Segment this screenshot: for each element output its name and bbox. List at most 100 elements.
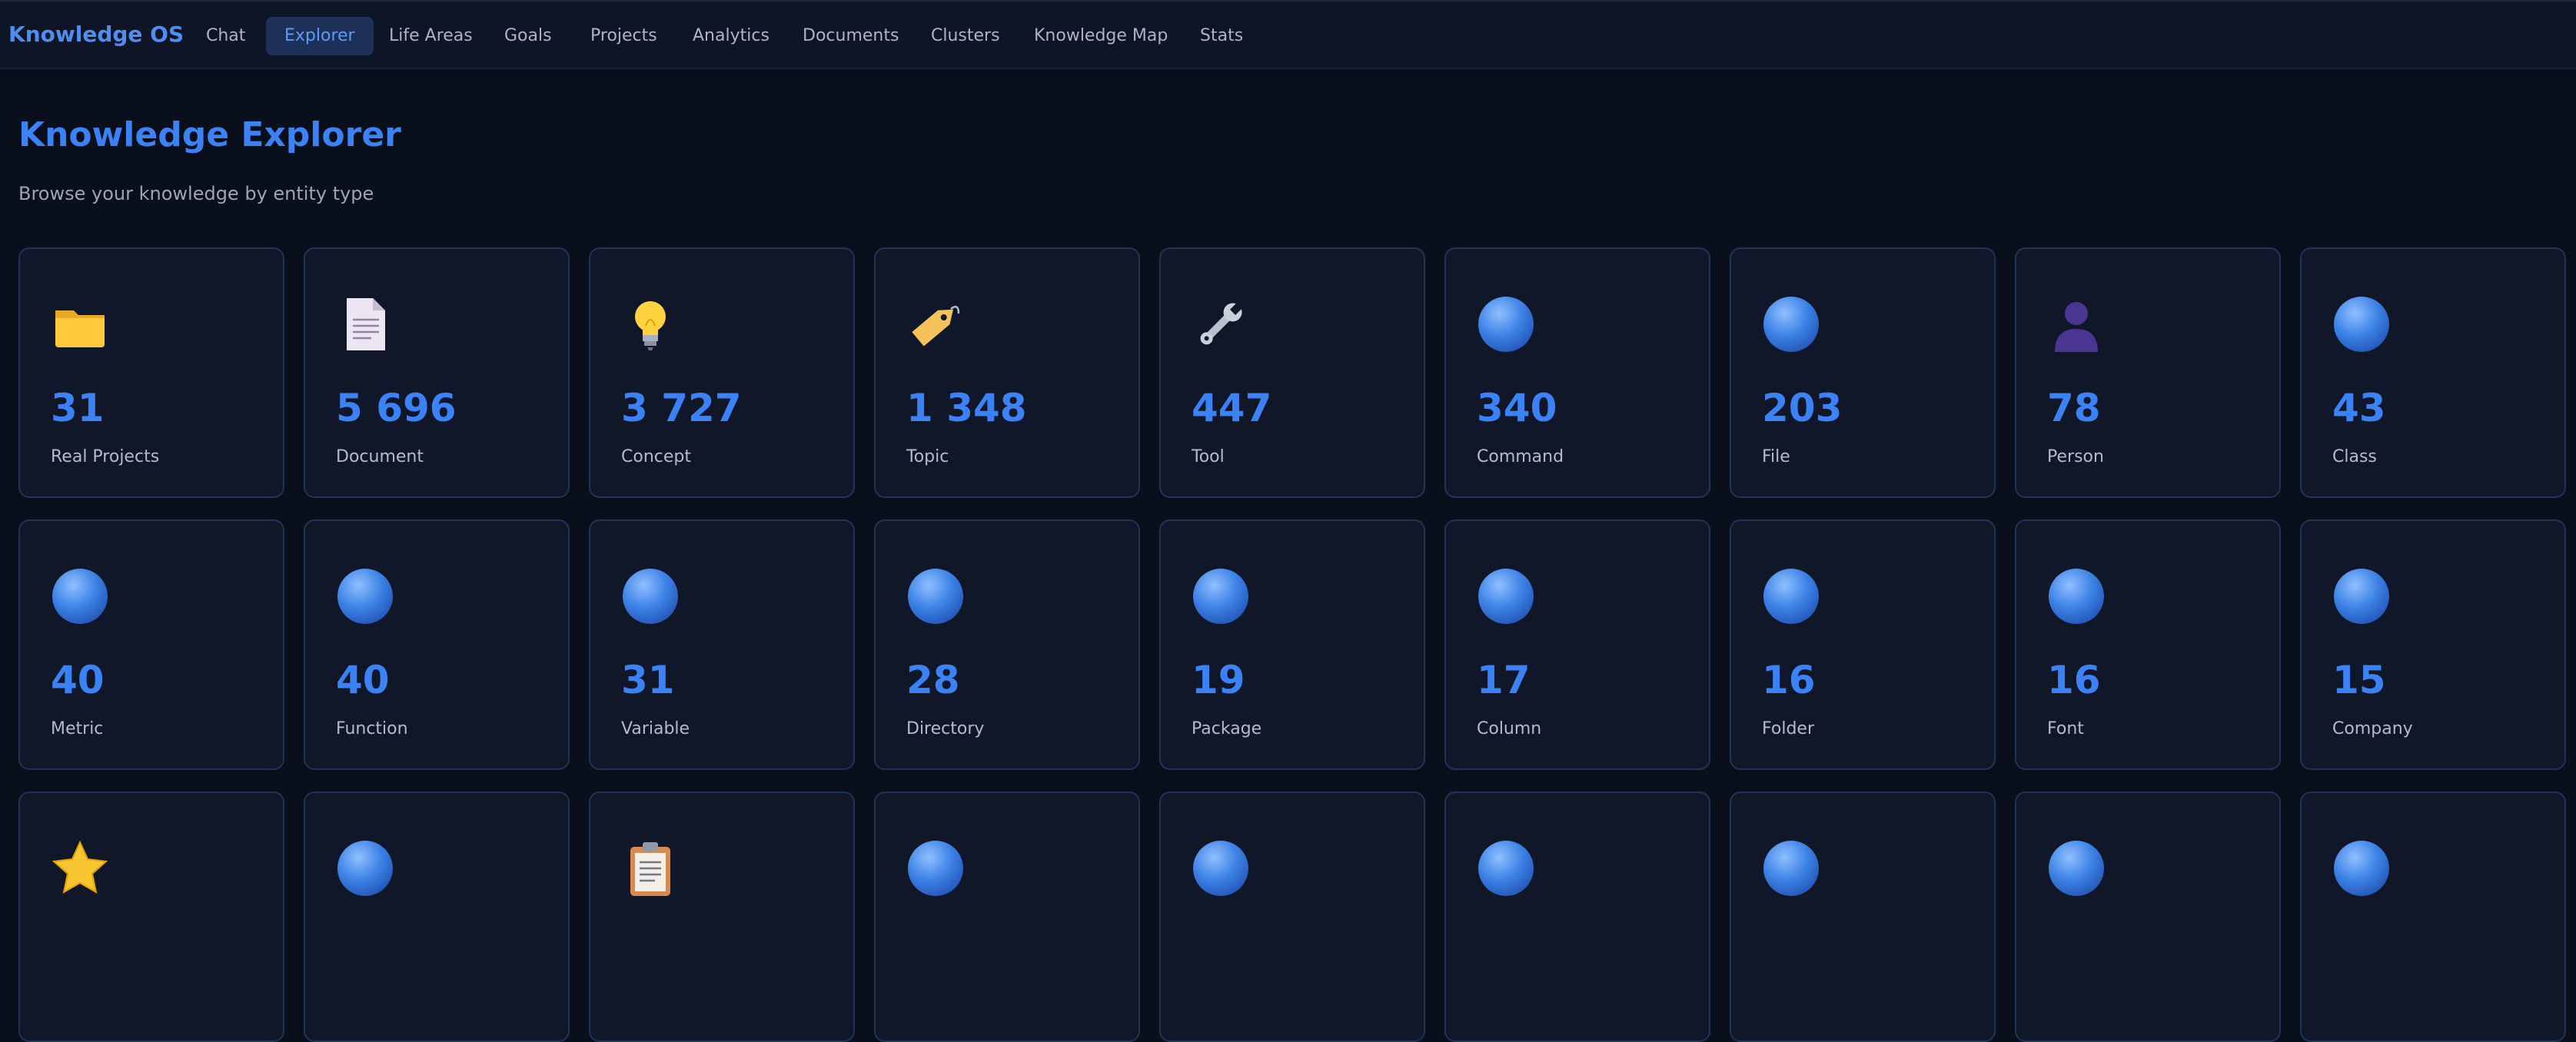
blue-circle-icon bbox=[336, 567, 394, 626]
tab-analytics[interactable]: Analytics bbox=[693, 17, 769, 55]
entity-label: Person bbox=[2047, 447, 2104, 466]
entity-card[interactable]: 43 Class bbox=[2300, 247, 2566, 498]
document-icon bbox=[336, 295, 394, 353]
blue-circle-icon bbox=[1762, 295, 1820, 353]
blue-circle-icon bbox=[906, 839, 965, 898]
tab-goals[interactable]: Goals bbox=[504, 17, 552, 55]
tab-documents[interactable]: Documents bbox=[803, 17, 899, 55]
blue-circle-icon bbox=[2047, 839, 2106, 898]
entity-label: Command bbox=[1477, 447, 1564, 466]
tab-chat[interactable]: Chat bbox=[206, 17, 245, 55]
entity-count: 31 bbox=[621, 658, 675, 702]
app-brand[interactable]: Knowledge OS bbox=[8, 22, 184, 47]
entity-label: Function bbox=[336, 719, 408, 738]
entity-card[interactable] bbox=[304, 791, 570, 1042]
entity-card[interactable]: 28 Directory bbox=[874, 519, 1140, 770]
entity-label: Topic bbox=[906, 447, 949, 466]
entity-card[interactable] bbox=[874, 791, 1140, 1042]
entity-card[interactable]: 40 Metric bbox=[18, 519, 284, 770]
entity-card[interactable]: 3 727 Concept bbox=[589, 247, 855, 498]
blue-circle-icon bbox=[1477, 839, 1535, 898]
entity-count: 1 348 bbox=[906, 386, 1027, 430]
entity-label: Tool bbox=[1192, 447, 1225, 466]
entity-card[interactable]: 15 Company bbox=[2300, 519, 2566, 770]
entity-count: 40 bbox=[51, 658, 105, 702]
entity-card[interactable]: 78 Person bbox=[2015, 247, 2281, 498]
blue-circle-icon bbox=[906, 567, 965, 626]
entity-count: 15 bbox=[2332, 658, 2386, 702]
tag-icon bbox=[906, 295, 965, 353]
blue-circle-icon bbox=[1192, 839, 1250, 898]
entity-count: 31 bbox=[51, 386, 105, 430]
entity-card[interactable] bbox=[589, 791, 855, 1042]
blue-circle-icon bbox=[2332, 567, 2391, 626]
entity-card[interactable] bbox=[1444, 791, 1710, 1042]
entity-count: 19 bbox=[1192, 658, 1245, 702]
entity-label: Real Projects bbox=[51, 447, 160, 466]
entity-count: 5 696 bbox=[336, 386, 457, 430]
tab-knowledge-map[interactable]: Knowledge Map bbox=[1034, 17, 1168, 55]
entity-card[interactable] bbox=[18, 791, 284, 1042]
entity-card[interactable]: 340 Command bbox=[1444, 247, 1710, 498]
entity-label: Folder bbox=[1762, 719, 1814, 738]
blue-circle-icon bbox=[336, 839, 394, 898]
entity-card[interactable] bbox=[1730, 791, 1996, 1042]
blue-circle-icon bbox=[1762, 839, 1820, 898]
entity-count: 16 bbox=[1762, 658, 1816, 702]
entity-count: 17 bbox=[1477, 658, 1531, 702]
entity-label: Variable bbox=[621, 719, 690, 738]
entity-count: 40 bbox=[336, 658, 390, 702]
blue-circle-icon bbox=[51, 567, 109, 626]
clipboard-icon bbox=[621, 839, 680, 898]
entity-label: Class bbox=[2332, 447, 2377, 466]
entity-card[interactable]: 16 Font bbox=[2015, 519, 2281, 770]
entity-label: Company bbox=[2332, 719, 2413, 738]
lightbulb-icon bbox=[621, 295, 680, 353]
blue-circle-icon bbox=[2332, 295, 2391, 353]
blue-circle-icon bbox=[1762, 567, 1820, 626]
entity-count: 447 bbox=[1192, 386, 1272, 430]
tab-explorer[interactable]: Explorer bbox=[266, 17, 374, 55]
entity-card[interactable]: 1 348 Topic bbox=[874, 247, 1140, 498]
entity-count: 16 bbox=[2047, 658, 2101, 702]
blue-circle-icon bbox=[1477, 295, 1535, 353]
entity-count: 3 727 bbox=[621, 386, 742, 430]
entity-count: 78 bbox=[2047, 386, 2101, 430]
entity-card[interactable]: 19 Package bbox=[1159, 519, 1425, 770]
entity-label: Directory bbox=[906, 719, 985, 738]
entity-card[interactable]: 31 Real Projects bbox=[18, 247, 284, 498]
entity-label: Concept bbox=[621, 447, 691, 466]
tab-stats[interactable]: Stats bbox=[1200, 17, 1243, 55]
entity-count: 28 bbox=[906, 658, 960, 702]
tab-life-areas[interactable]: Life Areas bbox=[389, 17, 473, 55]
entity-label: Document bbox=[336, 447, 424, 466]
entity-label: File bbox=[1762, 447, 1790, 466]
entity-label: Package bbox=[1192, 719, 1262, 738]
tab-clusters[interactable]: Clusters bbox=[931, 17, 1000, 55]
entity-card[interactable] bbox=[2015, 791, 2281, 1042]
entity-count: 203 bbox=[1762, 386, 1843, 430]
entity-label: Font bbox=[2047, 719, 2084, 738]
entity-card[interactable]: 5 696 Document bbox=[304, 247, 570, 498]
top-nav-bar: Knowledge OS Chat Explorer Life Areas Go… bbox=[0, 0, 2576, 69]
blue-circle-icon bbox=[2332, 839, 2391, 898]
tab-projects[interactable]: Projects bbox=[590, 17, 657, 55]
entity-count: 43 bbox=[2332, 386, 2386, 430]
entity-card[interactable]: 447 Tool bbox=[1159, 247, 1425, 498]
entity-label: Column bbox=[1477, 719, 1542, 738]
entity-card[interactable]: 16 Folder bbox=[1730, 519, 1996, 770]
entity-card[interactable]: 203 File bbox=[1730, 247, 1996, 498]
entity-card[interactable]: 31 Variable bbox=[589, 519, 855, 770]
entity-card[interactable] bbox=[1159, 791, 1425, 1042]
person-silhouette-icon bbox=[2047, 295, 2106, 353]
entity-count: 340 bbox=[1477, 386, 1557, 430]
entity-card[interactable]: 40 Function bbox=[304, 519, 570, 770]
blue-circle-icon bbox=[2047, 567, 2106, 626]
entity-card[interactable] bbox=[2300, 791, 2566, 1042]
blue-circle-icon bbox=[1477, 567, 1535, 626]
star-icon bbox=[51, 839, 109, 898]
page-title: Knowledge Explorer bbox=[18, 115, 401, 154]
folder-icon bbox=[51, 295, 109, 353]
blue-circle-icon bbox=[1192, 567, 1250, 626]
entity-card[interactable]: 17 Column bbox=[1444, 519, 1710, 770]
